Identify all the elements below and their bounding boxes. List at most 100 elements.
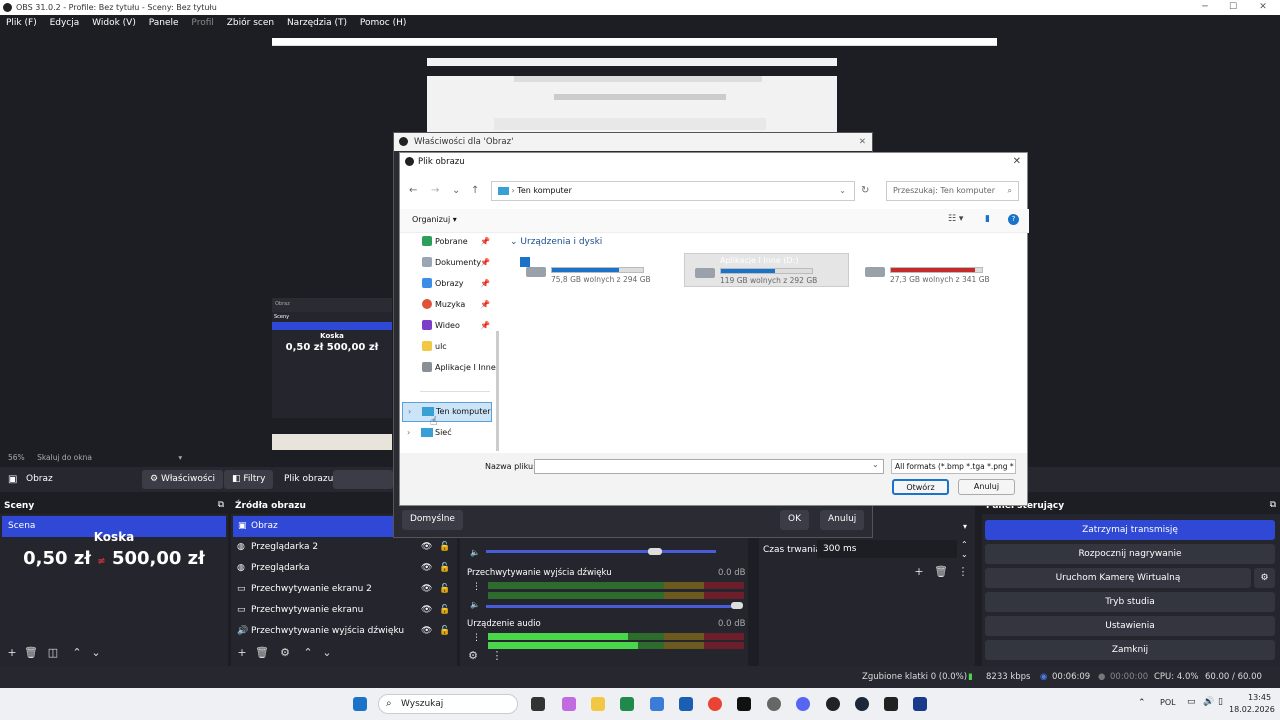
file-type-select[interactable]: All formats (*.bmp *.tga *.png * xyxy=(891,459,1016,474)
app-icon[interactable] xyxy=(737,697,751,711)
drive-e[interactable]: Gry (E:) 27,3 GB wolnych z 341 GB xyxy=(855,253,1020,287)
mixer-menu-icon[interactable]: ⋮ xyxy=(472,633,481,643)
nav-scrollbar[interactable] xyxy=(496,331,499,451)
start-recording-button[interactable]: Rozpocznij nagrywanie xyxy=(985,544,1275,564)
tree-network[interactable]: › Sieć xyxy=(402,424,492,444)
properties-button[interactable]: ⚙ Właściwości xyxy=(142,470,224,489)
eye-icon[interactable]: 👁 xyxy=(421,621,432,642)
volume-icon[interactable]: 🔊 xyxy=(1203,697,1214,707)
scene-filters-icon[interactable]: ◫ xyxy=(46,646,60,660)
speaker-icon[interactable]: 🔈 xyxy=(470,548,480,557)
tree-this-pc[interactable]: › Ten komputer xyxy=(402,402,492,422)
app-icon[interactable] xyxy=(679,697,693,711)
mixer-menu-icon[interactable]: ⋮ xyxy=(490,649,504,663)
exit-button[interactable]: Zamknij xyxy=(985,640,1275,660)
menu-file[interactable]: Plik (F) xyxy=(6,18,37,28)
help-icon[interactable]: ? xyxy=(1008,214,1019,225)
app-icon[interactable] xyxy=(650,697,664,711)
speaker-icon[interactable]: 🔈 xyxy=(470,600,480,609)
app-icon[interactable] xyxy=(913,697,927,711)
drive-c[interactable]: Windows (C:) 75,8 GB wolnych z 294 GB xyxy=(516,253,681,287)
address-bar[interactable]: › Ten komputer ⌄ xyxy=(491,181,855,201)
open-button[interactable]: Otwórz xyxy=(892,479,949,495)
input-language[interactable]: POL xyxy=(1160,698,1176,707)
menu-help[interactable]: Pomoc (H) xyxy=(360,18,407,28)
filename-input[interactable] xyxy=(534,459,884,474)
remove-transition-icon[interactable]: 🗑 xyxy=(934,565,948,579)
move-down-icon[interactable]: ⌄ xyxy=(320,646,334,660)
menu-profile[interactable]: Profil xyxy=(191,18,213,28)
nav-ulc[interactable]: ulc xyxy=(400,336,496,357)
mixer-settings-icon[interactable]: ⚙ xyxy=(466,649,480,663)
move-up-icon[interactable]: ⌃ xyxy=(301,646,315,660)
drive-d[interactable]: Aplikacje I Inne (D:) 119 GB wolnych z 2… xyxy=(684,253,849,287)
lock-icon[interactable]: 🔓 xyxy=(439,537,450,558)
remove-scene-icon[interactable]: 🗑 xyxy=(24,646,38,660)
volume-slider-thumb[interactable] xyxy=(648,548,662,555)
studio-mode-button[interactable]: Tryb studia xyxy=(985,592,1275,612)
organize-button[interactable]: Organizuj ▾ xyxy=(412,215,457,224)
menu-scene-collection[interactable]: Zbiór scen xyxy=(227,18,274,28)
chevron-right-icon[interactable]: › xyxy=(408,403,411,421)
virtual-camera-settings-icon[interactable]: ⚙ xyxy=(1254,568,1275,588)
forward-icon[interactable]: → xyxy=(431,185,439,196)
nav-music[interactable]: Muzyka 📌 xyxy=(400,294,496,315)
nav-documents[interactable]: Dokumenty 📌 xyxy=(400,252,496,273)
volume-slider-thumb[interactable] xyxy=(731,602,743,609)
lock-icon[interactable]: 🔓 xyxy=(439,579,450,600)
up-icon[interactable]: ↑ xyxy=(471,185,479,196)
dock-undock-icon[interactable]: ⧉ xyxy=(1270,500,1276,510)
chrome-icon[interactable] xyxy=(708,697,722,711)
chevron-down-icon[interactable]: ⌄ xyxy=(839,182,846,200)
eye-icon[interactable]: 👁 xyxy=(421,600,432,621)
menu-docks[interactable]: Panele xyxy=(149,18,179,28)
view-options-icon[interactable]: ☷ ▾ xyxy=(948,214,963,224)
close-icon[interactable]: ✕ xyxy=(859,133,866,151)
lock-icon[interactable]: 🔓 xyxy=(439,558,450,579)
section-header[interactable]: ⌄ Urządzenia i dyski xyxy=(510,237,602,247)
menu-tools[interactable]: Narzędzia (T) xyxy=(287,18,347,28)
start-virtual-camera-button[interactable]: Uruchom Kamerę Wirtualną xyxy=(985,568,1251,588)
chevron-down-icon[interactable]: ⌄ xyxy=(872,460,879,469)
ok-button[interactable]: OK xyxy=(780,510,809,530)
nav-pictures[interactable]: Obrazy 📌 xyxy=(400,273,496,294)
start-icon[interactable] xyxy=(353,697,367,711)
clock-date[interactable]: 18.02.2026 xyxy=(1229,705,1275,714)
source-item-browser[interactable]: ◍ Przeglądarka 👁 🔓 xyxy=(231,558,457,579)
image-file-input[interactable] xyxy=(333,470,393,489)
maximize-icon[interactable]: ☐ xyxy=(1218,0,1248,15)
menu-view[interactable]: Widok (V) xyxy=(92,18,136,28)
menu-edit[interactable]: Edycja xyxy=(50,18,80,28)
close-icon[interactable]: ✕ xyxy=(1013,153,1021,171)
refresh-icon[interactable]: ↻ xyxy=(861,185,869,196)
lock-icon[interactable]: 🔓 xyxy=(439,621,450,642)
chevron-down-icon[interactable]: ▾ xyxy=(178,453,182,462)
network-icon[interactable]: ▭ xyxy=(1187,697,1196,707)
spin-down-icon[interactable]: ⌄ xyxy=(961,550,968,559)
close-icon[interactable]: ✕ xyxy=(1248,0,1278,15)
mixer-menu-icon[interactable]: ⋮ xyxy=(472,582,481,592)
file-explorer-icon[interactable] xyxy=(591,697,605,711)
clock-time[interactable]: 13:45 xyxy=(1248,693,1271,702)
eye-icon[interactable]: 👁 xyxy=(421,537,432,558)
nav-apps-drive[interactable]: Aplikacje I Inne xyxy=(400,357,496,378)
chevron-down-icon[interactable]: ⌄ xyxy=(452,185,460,196)
source-properties-icon[interactable]: ⚙ xyxy=(278,646,292,660)
add-source-icon[interactable]: + xyxy=(235,646,249,660)
back-icon[interactable]: ← xyxy=(409,185,417,196)
transition-menu-icon[interactable]: ⋮ xyxy=(956,565,970,579)
preview-pane-icon[interactable]: ▮ xyxy=(985,214,990,224)
defaults-button[interactable]: Domyślne xyxy=(402,510,463,530)
tray-chevron-icon[interactable]: ⌃ xyxy=(1138,698,1146,708)
move-down-icon[interactable]: ⌄ xyxy=(89,646,103,660)
source-item-browser-2[interactable]: ◍ Przeglądarka 2 👁 🔓 xyxy=(231,537,457,558)
remove-source-icon[interactable]: 🗑 xyxy=(255,646,269,660)
stop-streaming-button[interactable]: Zatrzymaj transmisję xyxy=(985,520,1275,540)
spin-up-icon[interactable]: ⌃ xyxy=(961,540,968,549)
add-transition-icon[interactable]: + xyxy=(912,565,926,579)
lock-icon[interactable]: 🔓 xyxy=(439,600,450,621)
nav-videos[interactable]: Wideo 📌 xyxy=(400,315,496,336)
duration-input[interactable]: 300 ms xyxy=(817,540,957,558)
discord-icon[interactable] xyxy=(796,697,810,711)
nav-downloads[interactable]: Pobrane 📌 xyxy=(400,231,496,252)
